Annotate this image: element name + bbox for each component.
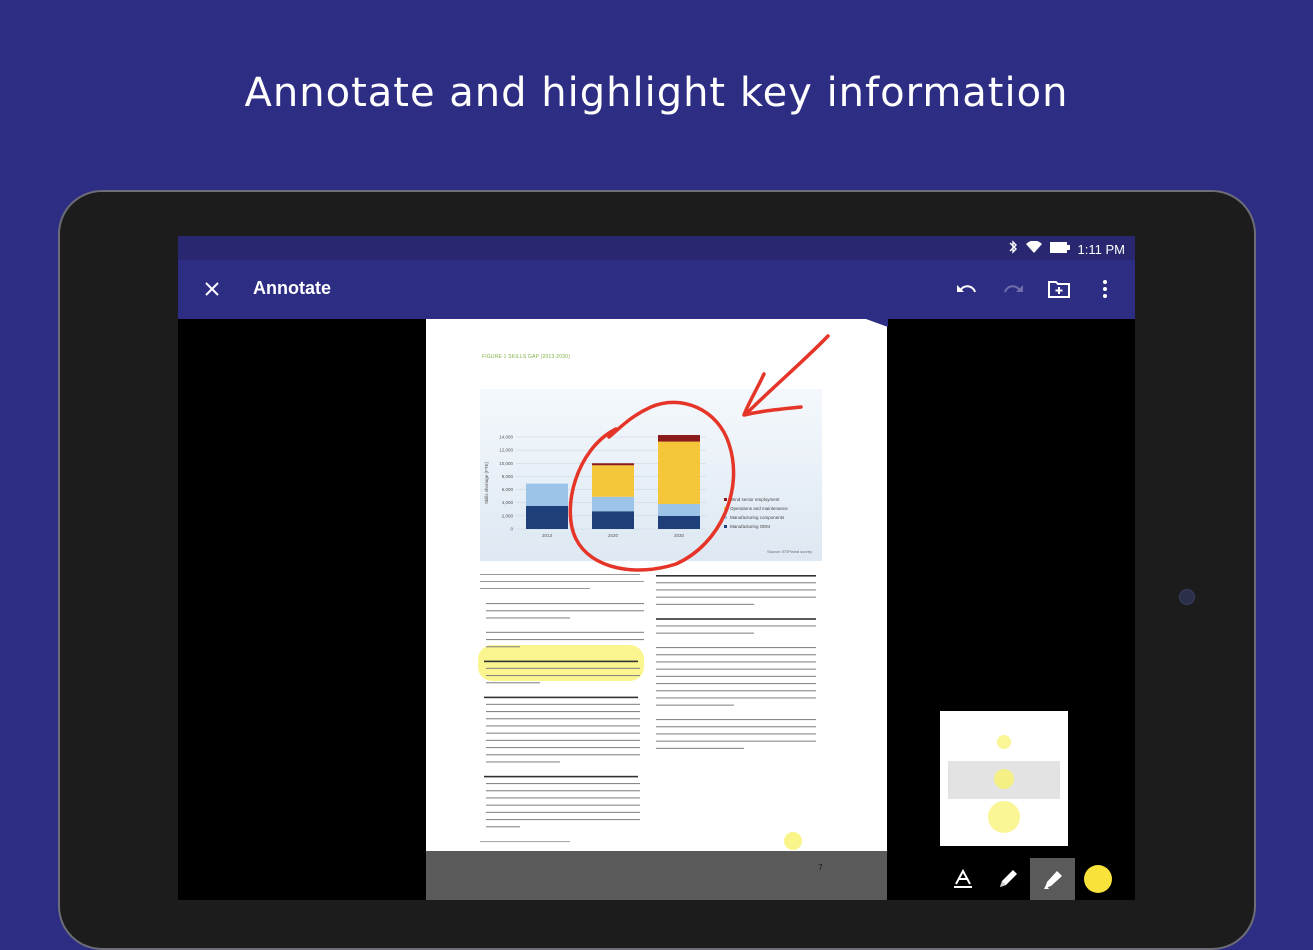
wifi-icon [1025,240,1042,258]
app-bar-title: Annotate [253,278,331,298]
status-bar: 1:11 PM [178,236,1135,260]
close-icon[interactable] [198,275,226,303]
more-vert-icon[interactable] [1093,274,1117,304]
annotation-toolbar [940,858,1130,900]
page-footer: 7 [426,851,887,900]
size-large-dot[interactable] [988,801,1020,833]
redo-icon[interactable] [1001,274,1025,304]
red-annotation[interactable] [426,319,887,851]
size-medium-dot[interactable] [994,769,1014,789]
device-screen: 1:11 PM Annotate Figure 1 Skills gap (20… [178,236,1135,900]
document-page[interactable]: Figure 1 Skills gap (2013-2030) 0 2,000 4,… [426,319,888,851]
undo-icon[interactable] [955,274,979,304]
pen-tool-icon[interactable] [985,858,1030,900]
camera-icon [1179,589,1195,605]
bluetooth-icon [1008,240,1018,258]
size-small-dot[interactable] [997,735,1011,749]
stroke-size-preview[interactable] [940,711,1068,846]
battery-icon [1049,241,1070,257]
clock: 1:11 PM [1077,241,1125,257]
highlighter-tool-icon[interactable] [1030,858,1075,900]
text-tool-icon[interactable] [940,858,985,900]
app-bar: Annotate [178,260,1135,319]
save-to-folder-icon[interactable] [1047,274,1071,304]
color-swatch[interactable] [1075,858,1120,900]
page-number: 7 [817,863,823,872]
headline: Annotate and highlight key information [244,70,1069,116]
